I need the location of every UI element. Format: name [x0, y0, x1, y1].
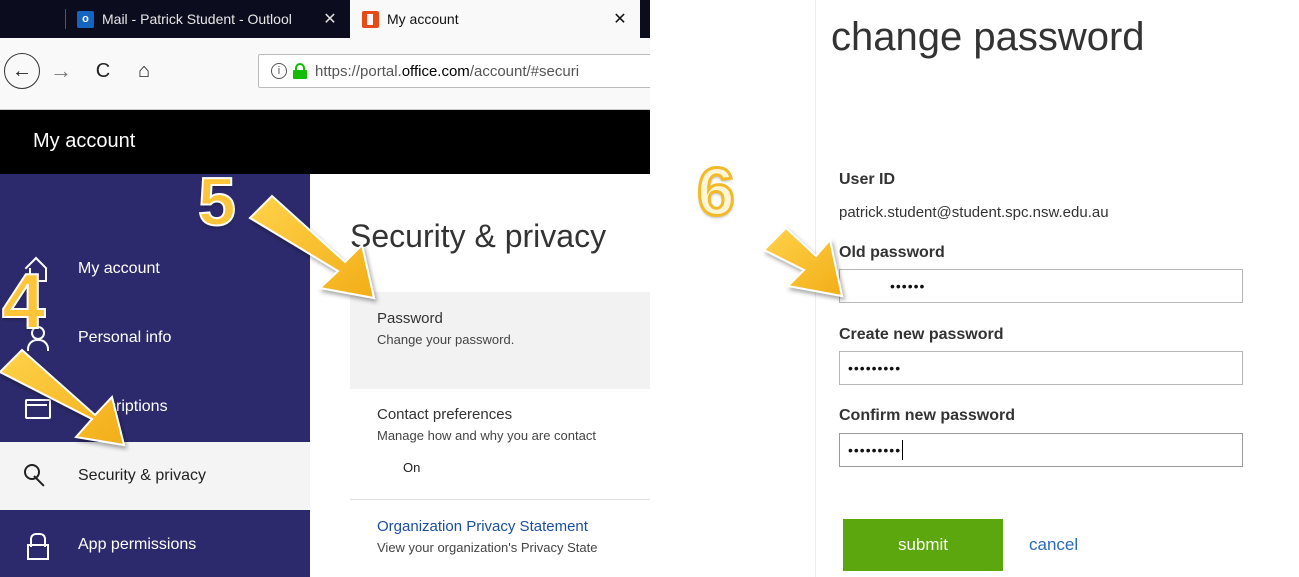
- step-4-label: 4: [1, 257, 46, 345]
- annotation-arrows: [0, 194, 844, 447]
- step-6-label: 6: [696, 154, 737, 230]
- step-5-label: 5: [197, 164, 237, 240]
- arrow-step-4: [0, 348, 126, 447]
- arrow-step-6: [762, 226, 844, 298]
- arrow-step-5: [248, 194, 376, 300]
